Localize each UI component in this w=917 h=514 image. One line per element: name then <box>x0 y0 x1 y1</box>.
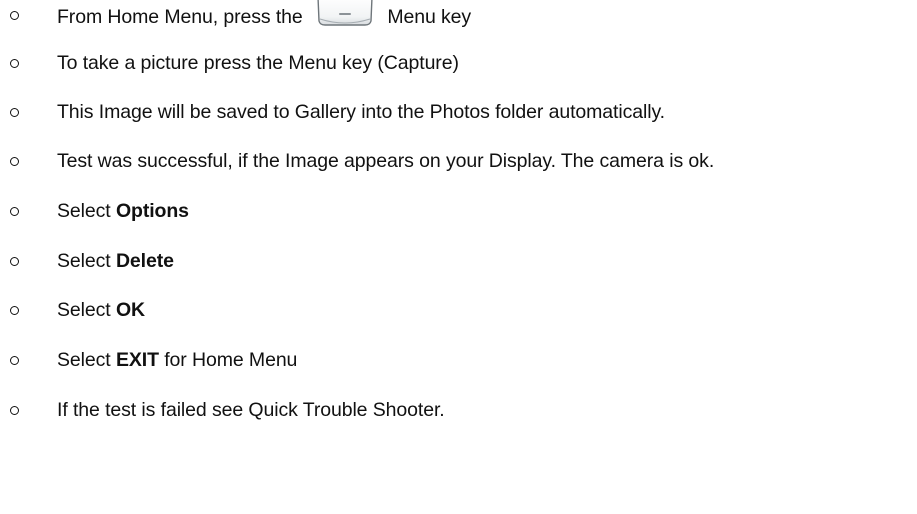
instruction-bold-term: EXIT <box>115 349 159 371</box>
instruction-item: Select OK <box>0 295 917 325</box>
instruction-text: Select OK <box>57 298 145 322</box>
instruction-text-before: Select <box>57 200 111 222</box>
circle-bullet-icon <box>10 406 19 415</box>
instruction-text-before: Select <box>57 299 111 321</box>
instruction-text: Select Delete <box>57 249 174 273</box>
instruction-text: To take a picture press the Menu key (Ca… <box>57 52 459 74</box>
instruction-item: Select Delete <box>0 246 917 276</box>
circle-bullet-icon <box>10 157 19 166</box>
instruction-item: Test was successful, if the Image appear… <box>0 146 917 176</box>
instruction-item: Select EXIT for Home Menu <box>0 345 917 375</box>
circle-bullet-icon <box>10 11 19 20</box>
instruction-text: This Image will be saved to Gallery into… <box>57 101 665 123</box>
instruction-item: Select Options <box>0 196 917 226</box>
instruction-text-before: Select <box>57 250 111 272</box>
circle-bullet-icon <box>10 257 19 266</box>
instruction-text-after: Menu key <box>387 6 472 29</box>
instruction-text: Test was successful, if the Image appear… <box>57 150 715 172</box>
instruction-text: Select Options <box>57 199 189 223</box>
instruction-text: From Home Menu, press the Menu key <box>57 0 472 33</box>
instruction-bold-term: Options <box>115 200 189 222</box>
instruction-item: If the test is failed see Quick Trouble … <box>0 395 917 425</box>
instruction-text-before: From Home Menu, press the <box>57 6 303 29</box>
instruction-item: This Image will be saved to Gallery into… <box>0 97 917 127</box>
menu-key-icon <box>317 0 373 26</box>
circle-bullet-icon <box>10 108 19 117</box>
instruction-item: To take a picture press the Menu key (Ca… <box>0 48 917 78</box>
circle-bullet-icon <box>10 356 19 365</box>
circle-bullet-icon <box>10 207 19 216</box>
instruction-list: From Home Menu, press the Menu key To ta… <box>0 0 917 514</box>
instruction-text: Select EXIT for Home Menu <box>57 348 297 372</box>
circle-bullet-icon <box>10 306 19 315</box>
instruction-text-before: Select <box>57 349 111 371</box>
instruction-text-after: for Home Menu <box>164 349 298 371</box>
instruction-bold-term: OK <box>115 299 145 321</box>
instruction-text: If the test is failed see Quick Trouble … <box>57 399 445 421</box>
instruction-item: From Home Menu, press the Menu key <box>0 0 917 30</box>
circle-bullet-icon <box>10 59 19 68</box>
instruction-bold-term: Delete <box>115 250 174 272</box>
